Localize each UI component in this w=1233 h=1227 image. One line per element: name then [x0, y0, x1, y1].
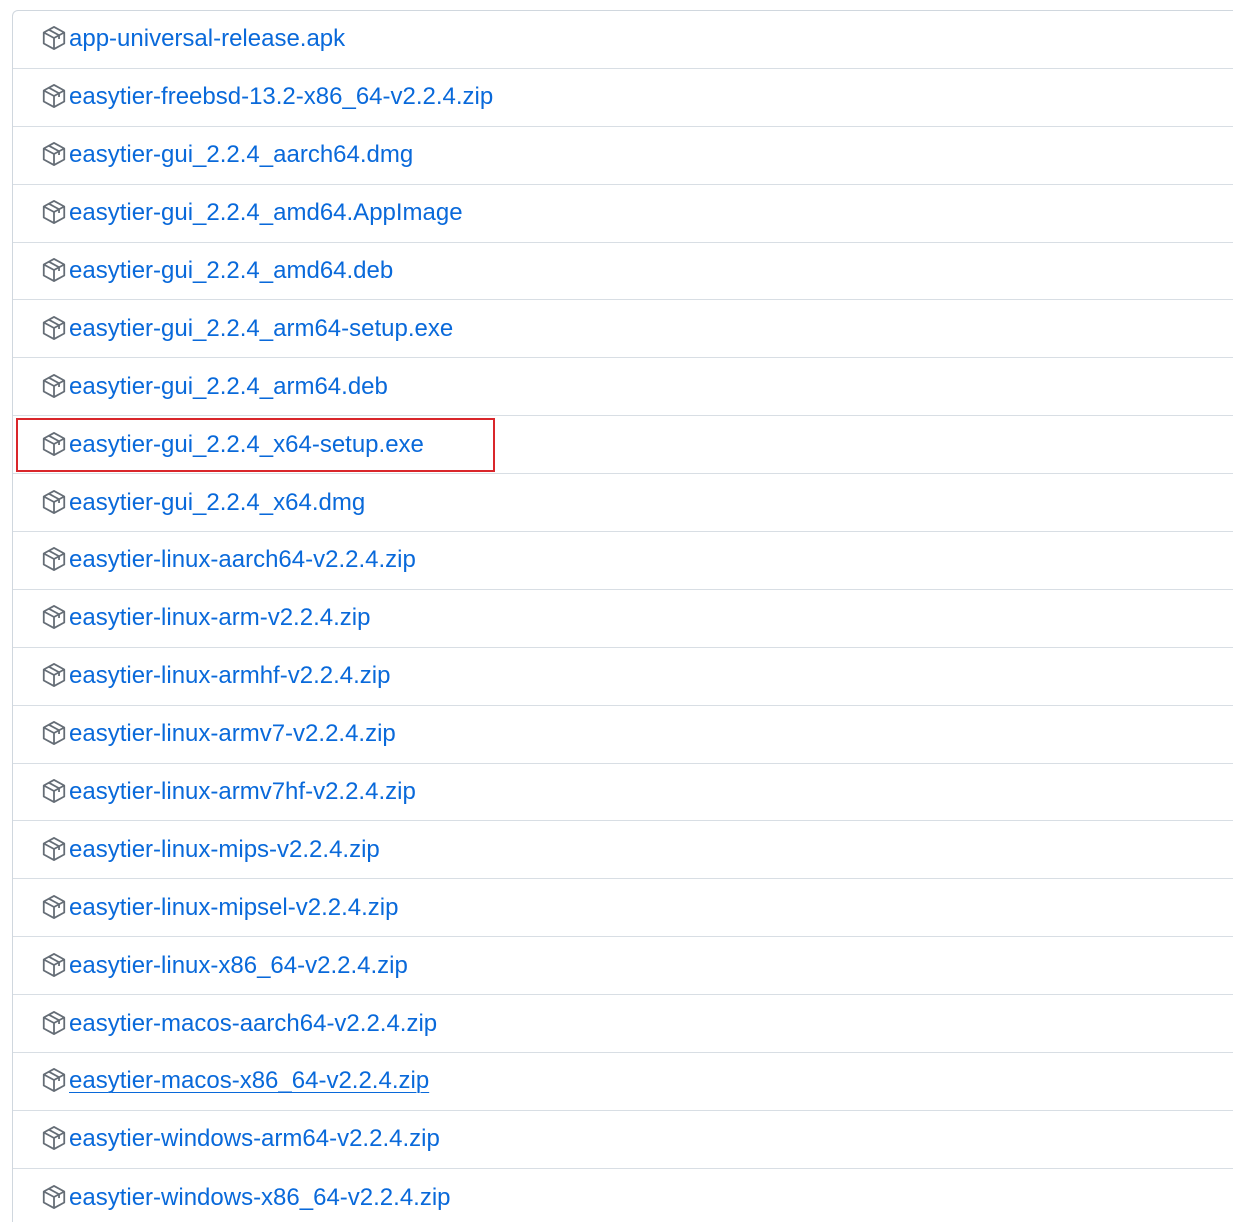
asset-link[interactable]: easytier-gui_2.2.4_arm64.deb	[69, 372, 388, 402]
package-icon	[41, 1125, 67, 1151]
asset-link[interactable]: easytier-linux-armv7-v2.2.4.zip	[69, 719, 396, 749]
asset-row: easytier-linux-x86_64-v2.2.4.zip	[13, 937, 1233, 996]
asset-link[interactable]: easytier-linux-mipsel-v2.2.4.zip	[69, 893, 398, 923]
package-icon	[41, 952, 67, 978]
asset-row-highlighted: easytier-gui_2.2.4_x64-setup.exe	[13, 416, 1233, 475]
asset-row: easytier-freebsd-13.2-x86_64-v2.2.4.zip	[13, 69, 1233, 127]
asset-row: easytier-gui_2.2.4_aarch64.dmg	[13, 127, 1233, 185]
asset-link[interactable]: easytier-freebsd-13.2-x86_64-v2.2.4.zip	[69, 82, 493, 112]
asset-row: easytier-macos-x86_64-v2.2.4.zip	[13, 1053, 1233, 1111]
asset-row: easytier-windows-x86_64-v2.2.4.zip	[13, 1169, 1233, 1227]
package-icon	[41, 720, 67, 746]
package-icon	[41, 894, 67, 920]
asset-link[interactable]: easytier-linux-arm-v2.2.4.zip	[69, 603, 370, 633]
package-icon	[41, 1010, 67, 1036]
asset-link[interactable]: easytier-gui_2.2.4_x64-setup.exe	[69, 430, 424, 460]
asset-row: easytier-windows-arm64-v2.2.4.zip	[13, 1111, 1233, 1169]
package-icon	[41, 1184, 67, 1210]
asset-link[interactable]: easytier-macos-aarch64-v2.2.4.zip	[69, 1009, 437, 1039]
asset-link[interactable]: app-universal-release.apk	[69, 24, 345, 54]
asset-row: easytier-linux-armv7hf-v2.2.4.zip	[13, 764, 1233, 822]
asset-row: easytier-linux-mipsel-v2.2.4.zip	[13, 879, 1233, 938]
asset-link[interactable]: easytier-gui_2.2.4_x64.dmg	[69, 488, 365, 518]
package-icon	[41, 373, 67, 399]
asset-row: easytier-linux-mips-v2.2.4.zip	[13, 821, 1233, 880]
asset-row: easytier-linux-arm-v2.2.4.zip	[13, 590, 1233, 648]
package-icon	[41, 1067, 67, 1093]
package-icon	[41, 662, 67, 688]
asset-link[interactable]: easytier-gui_2.2.4_amd64.AppImage	[69, 198, 463, 228]
asset-row: easytier-gui_2.2.4_x64.dmg	[13, 474, 1233, 533]
package-icon	[41, 546, 67, 572]
asset-link[interactable]: easytier-windows-x86_64-v2.2.4.zip	[69, 1183, 451, 1213]
package-icon	[41, 431, 67, 457]
asset-link[interactable]: easytier-linux-armhf-v2.2.4.zip	[69, 661, 390, 691]
asset-link[interactable]: easytier-linux-x86_64-v2.2.4.zip	[69, 951, 408, 981]
asset-link[interactable]: easytier-gui_2.2.4_arm64-setup.exe	[69, 314, 453, 344]
asset-row: easytier-linux-armhf-v2.2.4.zip	[13, 648, 1233, 706]
package-icon	[41, 257, 67, 283]
asset-row: app-universal-release.apk	[13, 11, 1233, 69]
package-icon	[41, 25, 67, 51]
package-icon	[41, 836, 67, 862]
package-icon	[41, 604, 67, 630]
asset-link[interactable]: easytier-gui_2.2.4_aarch64.dmg	[69, 140, 413, 170]
asset-row: easytier-macos-aarch64-v2.2.4.zip	[13, 995, 1233, 1054]
asset-link[interactable]: easytier-linux-mips-v2.2.4.zip	[69, 835, 380, 865]
asset-row: easytier-gui_2.2.4_arm64-setup.exe	[13, 300, 1233, 359]
asset-row: easytier-linux-armv7-v2.2.4.zip	[13, 706, 1233, 764]
release-assets-list: app-universal-release.apk easytier-freeb…	[12, 10, 1233, 1222]
asset-row: easytier-gui_2.2.4_amd64.AppImage	[13, 185, 1233, 243]
package-icon	[41, 315, 67, 341]
asset-row: easytier-gui_2.2.4_arm64.deb	[13, 358, 1233, 417]
package-icon	[41, 489, 67, 515]
asset-link[interactable]: easytier-linux-armv7hf-v2.2.4.zip	[69, 777, 416, 807]
asset-link[interactable]: easytier-linux-aarch64-v2.2.4.zip	[69, 545, 416, 575]
asset-link[interactable]: easytier-gui_2.2.4_amd64.deb	[69, 256, 393, 286]
package-icon	[41, 83, 67, 109]
asset-row: easytier-linux-aarch64-v2.2.4.zip	[13, 532, 1233, 590]
asset-row: easytier-gui_2.2.4_amd64.deb	[13, 243, 1233, 301]
package-icon	[41, 199, 67, 225]
package-icon	[41, 141, 67, 167]
package-icon	[41, 778, 67, 804]
asset-link-hovered[interactable]: easytier-macos-x86_64-v2.2.4.zip	[69, 1066, 429, 1096]
asset-link[interactable]: easytier-windows-arm64-v2.2.4.zip	[69, 1124, 440, 1154]
